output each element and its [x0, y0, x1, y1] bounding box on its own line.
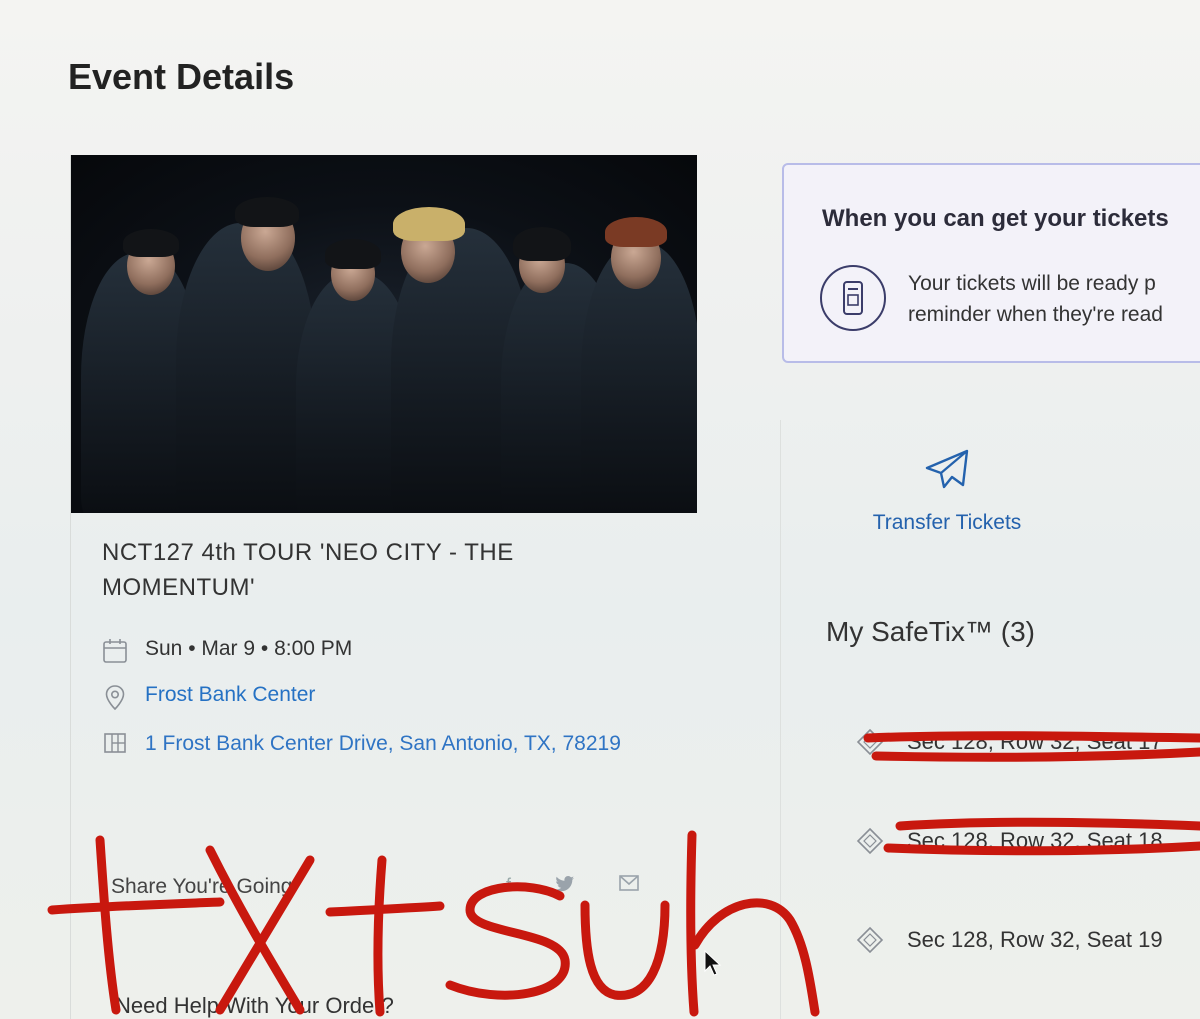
ticket-label: Sec 128, Row 32, Seat 19	[907, 927, 1163, 952]
notice-title: When you can get your tickets	[822, 205, 1169, 232]
ticket-icon	[855, 826, 885, 856]
ticket-icon	[855, 925, 885, 955]
event-card: NCT127 4th TOUR 'NEO CITY - THE MOMENTUM…	[70, 155, 697, 1019]
transfer-tickets-button[interactable]: Transfer Tickets	[862, 448, 1032, 535]
paper-plane-icon	[923, 449, 971, 496]
help-link[interactable]: Need Help With Your Order?	[115, 993, 394, 1019]
screen: Event Details NCT127 4th TOUR 'NEO CITY …	[0, 0, 1200, 1019]
ticket-availability-notice: When you can get your tickets Your ticke…	[782, 163, 1200, 363]
ticket-label: Sec 128, Row 32, Seat 17	[907, 729, 1163, 754]
event-address-row: 1 Frost Bank Center Drive, San Antonio, …	[101, 729, 621, 759]
event-name: NCT127 4th TOUR 'NEO CITY - THE MOMENTUM…	[102, 539, 514, 601]
event-date-time: Sun • Mar 9 • 8:00 PM	[145, 637, 353, 660]
map-icon	[101, 729, 129, 757]
notice-text-line-1: Your tickets will be ready p	[908, 272, 1156, 295]
transfer-tickets-label: Transfer Tickets	[872, 511, 1022, 534]
location-pin-icon	[101, 683, 129, 711]
facebook-icon[interactable]: f	[506, 875, 511, 898]
ticket-row[interactable]: Sec 128, Row 32, Seat 18	[855, 826, 1163, 856]
phone-ticket-icon	[820, 265, 886, 331]
twitter-icon[interactable]	[555, 875, 575, 898]
email-icon[interactable]	[619, 875, 639, 898]
ticket-row[interactable]: Sec 128, Row 32, Seat 19	[855, 925, 1163, 955]
calendar-icon	[101, 637, 129, 665]
share-label: Share You're Going	[111, 875, 293, 898]
ticket-row[interactable]: Sec 128, Row 32, Seat 17	[855, 727, 1163, 757]
event-image	[71, 155, 697, 513]
notice-text-line-2: reminder when they're read	[908, 303, 1163, 326]
page-title: Event Details	[68, 56, 295, 97]
share-row: Share You're Going f	[111, 875, 667, 899]
venue-link[interactable]: Frost Bank Center	[145, 683, 315, 707]
safetix-heading: My SafeTix™ (3)	[826, 616, 1035, 647]
venue-address-link[interactable]: 1 Frost Bank Center Drive, San Antonio, …	[145, 729, 621, 759]
event-venue-row: Frost Bank Center	[101, 683, 315, 711]
share-icons: f	[506, 875, 639, 898]
mouse-cursor	[704, 949, 722, 981]
ticket-icon	[855, 727, 885, 757]
divider	[780, 420, 781, 1019]
event-date-row: Sun • Mar 9 • 8:00 PM	[101, 637, 352, 665]
notice-text: Your tickets will be ready p reminder wh…	[908, 268, 1163, 330]
ticket-label: Sec 128, Row 32, Seat 18	[907, 828, 1163, 853]
